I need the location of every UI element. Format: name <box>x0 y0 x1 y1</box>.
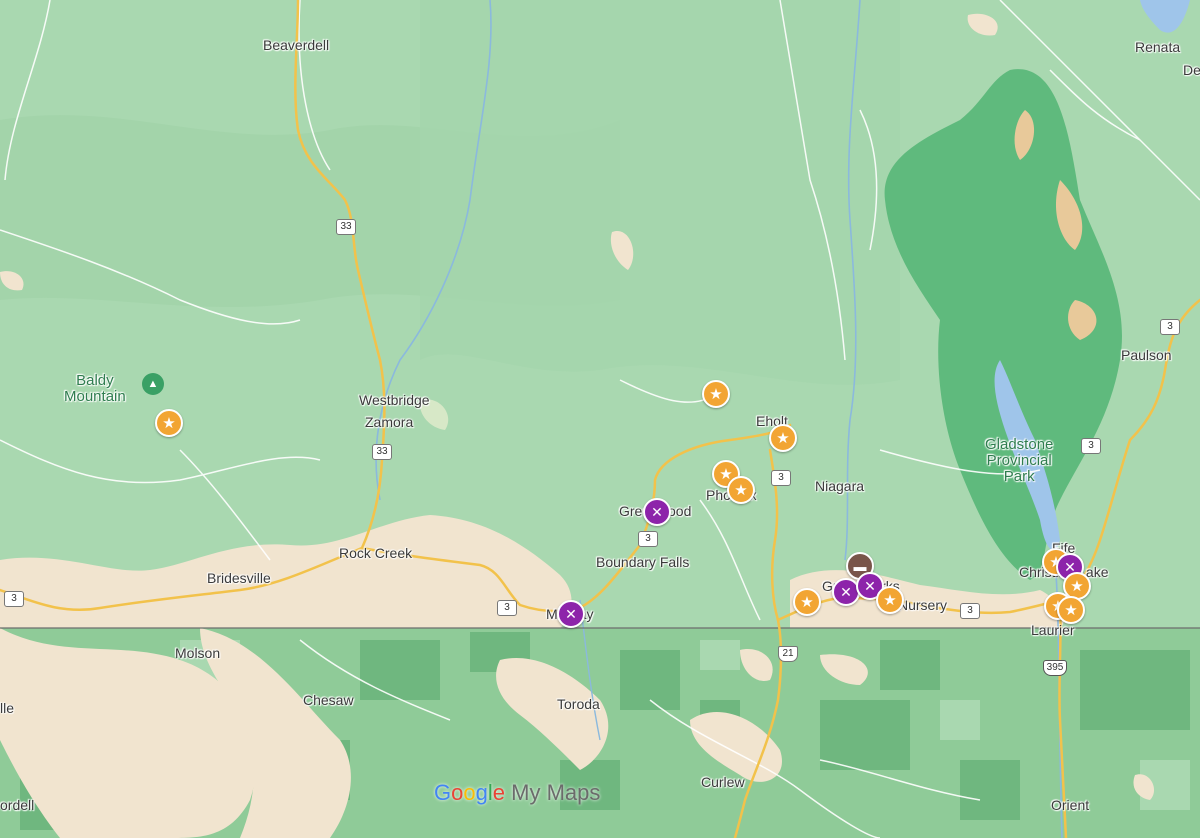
route-shield-3: 3 <box>1160 319 1180 335</box>
star-marker[interactable]: ★ <box>702 380 730 408</box>
star-marker[interactable]: ★ <box>727 476 755 504</box>
place-label-zamora: Zamora <box>365 414 414 430</box>
place-label-westbridge: Westbridge <box>359 392 430 408</box>
restaurant-marker[interactable]: ✕ <box>557 600 585 628</box>
place-label-renata: Renata <box>1135 39 1181 55</box>
peak-label-baldy-mountain: Baldy Mountain <box>64 372 126 405</box>
place-label-curlew: Curlew <box>701 774 745 790</box>
star-icon: ★ <box>800 594 814 611</box>
fork-knife-icon: ✕ <box>864 577 876 594</box>
place-label-laurier: Laurier <box>1031 622 1075 638</box>
bed-icon: ▬ <box>853 558 867 574</box>
star-marker[interactable]: ★ <box>769 424 797 452</box>
star-icon: ★ <box>162 415 176 432</box>
star-icon: ★ <box>883 592 897 609</box>
place-label-molson: Molson <box>175 645 221 661</box>
park-label-gladstone: Gladstone Provincial Park <box>985 436 1054 485</box>
route-shield-3: 3 <box>4 591 24 607</box>
star-icon: ★ <box>776 430 790 447</box>
star-marker[interactable]: ★ <box>793 588 821 616</box>
route-shield-21: 21 <box>778 646 798 662</box>
place-label-paulson: Paulson <box>1121 347 1172 363</box>
star-marker[interactable]: ★ <box>1057 596 1085 624</box>
place-label-de: De <box>1183 62 1200 78</box>
route-shield-3: 3 <box>960 603 980 619</box>
map-canvas[interactable]: Beaverdell Renata De Paulson Baldy Mount… <box>0 0 1200 838</box>
fork-knife-icon: ✕ <box>565 605 577 622</box>
place-label-nursery: Nursery <box>898 597 948 613</box>
place-label-orient: Orient <box>1051 797 1090 813</box>
route-shield-3: 3 <box>638 531 658 547</box>
route-shield-3: 3 <box>1081 438 1101 454</box>
star-icon: ★ <box>1064 602 1078 619</box>
place-label-toroda: Toroda <box>557 696 600 712</box>
place-label-oroville: lle <box>0 700 15 716</box>
star-marker[interactable]: ★ <box>876 586 904 614</box>
star-marker[interactable]: ★ <box>155 409 183 437</box>
place-label-boundary-falls: Boundary Falls <box>596 554 690 570</box>
mountain-icon: ▲ <box>142 373 164 395</box>
route-shield-3: 3 <box>497 600 517 616</box>
place-label-beaverdell: Beaverdell <box>263 37 330 53</box>
fork-knife-icon: ✕ <box>651 503 663 520</box>
place-label-rock-creek: Rock Creek <box>339 545 413 561</box>
restaurant-marker[interactable]: ✕ <box>643 498 671 526</box>
star-icon: ★ <box>709 386 723 403</box>
fork-knife-icon: ✕ <box>840 583 852 600</box>
route-shield-33: 33 <box>336 219 356 235</box>
place-label-chesaw: Chesaw <box>303 692 354 708</box>
star-icon: ★ <box>1070 578 1084 595</box>
star-icon: ★ <box>734 482 748 499</box>
place-label-bridesville: Bridesville <box>207 570 271 586</box>
google-my-maps-logo: Google My Maps <box>434 780 601 805</box>
place-label-ordell: ordell <box>0 797 35 813</box>
route-shield-33: 33 <box>372 444 392 460</box>
route-shield-3: 3 <box>771 470 791 486</box>
place-label-niagara: Niagara <box>815 478 865 494</box>
route-shield-395: 395 <box>1043 660 1067 676</box>
